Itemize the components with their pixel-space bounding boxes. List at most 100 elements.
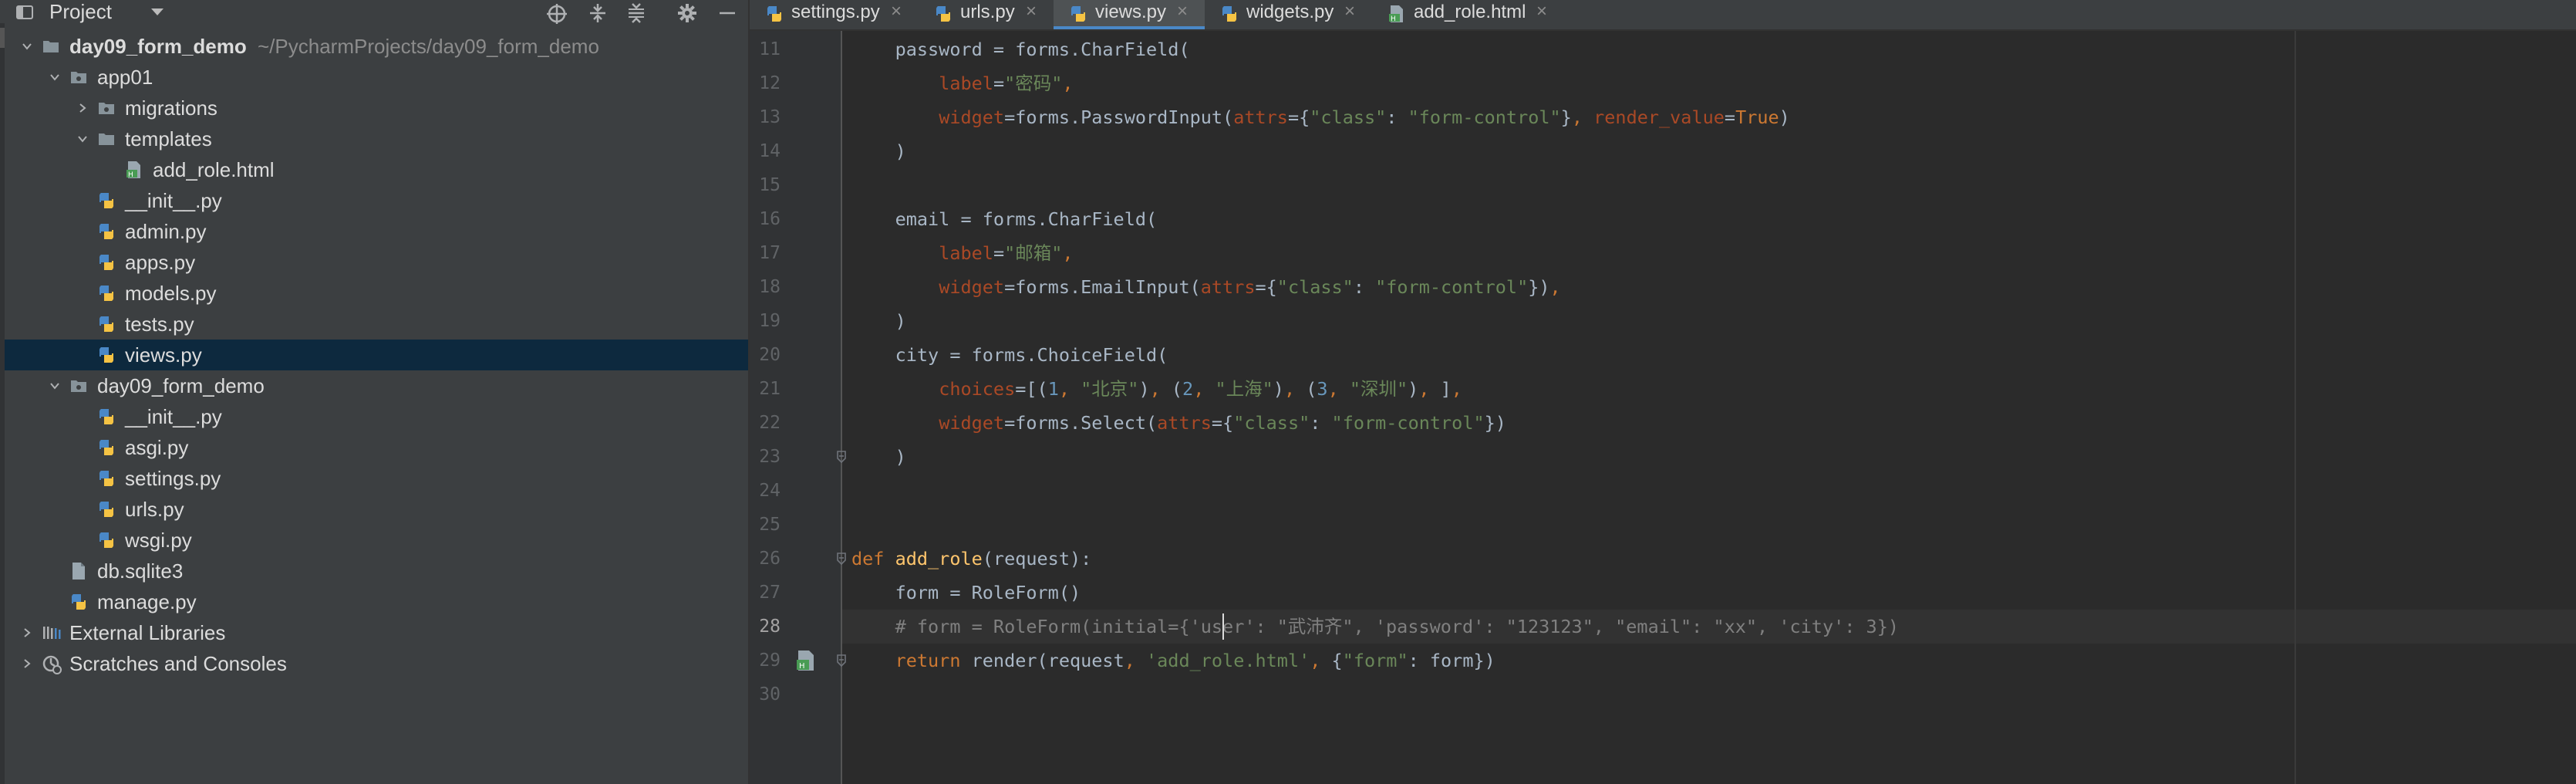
code-line[interactable]: ) — [851, 304, 906, 338]
tree-item[interactable]: tests.py — [5, 309, 748, 340]
tree-item[interactable]: models.py — [5, 278, 748, 309]
code-token: ( — [1171, 378, 1183, 400]
code-line[interactable]: email = forms.CharField( — [851, 202, 1158, 236]
code-line[interactable]: password = forms.CharField( — [851, 32, 1190, 66]
gear-icon[interactable] — [677, 3, 696, 22]
code-line[interactable]: city = forms.ChoiceField( — [851, 338, 1168, 372]
code-token: , — [1418, 378, 1441, 400]
line-number: 24 — [759, 481, 781, 501]
locate-icon[interactable] — [546, 3, 567, 24]
code-line[interactable]: label="邮箱", — [851, 236, 1073, 270]
code-line[interactable]: widget=forms.EmailInput(attrs={"class": … — [851, 270, 1560, 304]
tree-item[interactable]: apps.py — [5, 247, 748, 278]
close-icon[interactable]: × — [1026, 0, 1037, 23]
tree-item[interactable]: manage.py — [5, 586, 748, 617]
line-number: 22 — [759, 413, 781, 433]
tree-item[interactable]: migrations — [5, 93, 748, 123]
chevron-right-icon[interactable] — [77, 103, 88, 113]
chevron-right-icon[interactable] — [22, 627, 32, 638]
line-number: 25 — [759, 515, 781, 535]
tree-item-label: External Libraries — [69, 621, 226, 644]
line-number: 26 — [759, 549, 781, 569]
code-token: render_value — [1593, 106, 1725, 128]
code-line[interactable]: def add_role(request): — [851, 542, 1091, 576]
chevron-down-icon[interactable] — [22, 41, 32, 52]
code-token: = — [1724, 106, 1736, 128]
tree-item[interactable]: Scratches and Consoles — [5, 648, 748, 679]
chevron-down-icon[interactable] — [151, 8, 164, 15]
tree-item[interactable]: views.py — [5, 340, 748, 370]
project-view-selector[interactable]: Project — [49, 0, 112, 23]
tree-item[interactable]: Hadd_role.html — [5, 154, 748, 185]
code-token: ) — [895, 140, 906, 162]
collapse-all-icon[interactable] — [626, 3, 645, 23]
code-token: , — [1058, 378, 1081, 400]
code-line[interactable]: choices=[(1, "北京"), (2, "上海"), (3, "深圳")… — [851, 372, 1462, 406]
gutter-divider — [841, 31, 842, 784]
code-line[interactable]: label="密码", — [851, 66, 1073, 100]
expand-all-icon[interactable] — [588, 3, 606, 22]
chevron-right-icon[interactable] — [22, 658, 32, 669]
tree-item[interactable]: settings.py — [5, 463, 748, 494]
close-icon[interactable]: × — [1344, 0, 1355, 23]
chevron-down-icon[interactable] — [77, 133, 88, 144]
code-token: (request): — [982, 548, 1092, 569]
tree-item[interactable]: wsgi.py — [5, 525, 748, 556]
line-number: 20 — [759, 345, 781, 365]
fold-start-icon[interactable] — [836, 553, 847, 566]
code-line[interactable]: form = RoleForm() — [851, 576, 1081, 610]
code-token: 'add_role.html' — [1146, 650, 1310, 671]
code-line[interactable]: widget=forms.Select(attrs={"class": "for… — [851, 406, 1506, 440]
editor-tab[interactable]: urls.py × — [919, 0, 1054, 29]
line-number: 21 — [759, 379, 781, 399]
code-line[interactable]: widget=forms.PasswordInput(attrs={"class… — [851, 100, 1790, 134]
tree-item[interactable]: day09_form_demo — [5, 370, 748, 401]
code-line[interactable]: ) — [851, 440, 906, 474]
close-icon[interactable]: × — [1536, 0, 1547, 23]
close-icon[interactable]: × — [1177, 0, 1188, 23]
svg-text:H: H — [1391, 15, 1396, 23]
python-file-icon — [1220, 5, 1239, 23]
code-token: "密码" — [1004, 73, 1063, 94]
chevron-down-icon[interactable] — [49, 72, 60, 83]
code-token: , — [1571, 106, 1594, 128]
code-line[interactable]: # form = RoleForm(initial={'user': "武沛齐"… — [851, 610, 1899, 644]
tree-item-label: Scratches and Consoles — [69, 652, 287, 675]
tree-item[interactable]: urls.py — [5, 494, 748, 525]
python-file-icon — [97, 191, 116, 210]
code-token: attrs — [1200, 276, 1256, 298]
minimize-icon[interactable] — [717, 3, 736, 22]
close-icon[interactable]: × — [891, 0, 902, 23]
scratches-icon — [42, 654, 62, 674]
code-token: "form" — [1342, 650, 1408, 671]
tree-item[interactable]: admin.py — [5, 216, 748, 247]
editor-tab[interactable]: settings.py × — [750, 0, 919, 29]
chevron-down-icon[interactable] — [49, 380, 60, 391]
code-token: , — [1124, 650, 1147, 671]
line-number: 13 — [759, 107, 781, 127]
fold-end-icon[interactable] — [836, 654, 847, 667]
code-editor[interactable]: 11 12 13 14 15 16 17 18 19 20 21 22 23 24 25 26 27 28 29 30… — [750, 31, 2576, 784]
code-line[interactable]: return render(request, 'add_role.html', … — [851, 644, 1495, 678]
tree-item[interactable]: __init__.py — [5, 185, 748, 216]
tree-item[interactable]: db.sqlite3 — [5, 556, 748, 586]
editor-tab[interactable]: views.py × — [1054, 0, 1205, 29]
tree-item[interactable]: External Libraries — [5, 617, 748, 648]
html-template-gutter-icon[interactable]: H — [794, 649, 817, 672]
tree-item[interactable]: day09_form_demo ~/PycharmProjects/day09_f… — [5, 31, 748, 62]
tree-item[interactable]: asgi.py — [5, 432, 748, 463]
code-line[interactable]: ) — [851, 134, 906, 168]
package-icon — [69, 68, 88, 86]
tree-item[interactable]: app01 — [5, 62, 748, 93]
python-file-icon — [97, 438, 116, 457]
tree-item[interactable]: __init__.py — [5, 401, 748, 432]
project-panel-header: Project — [0, 0, 748, 24]
code-token: 3 — [1317, 378, 1328, 400]
editor-tab[interactable]: widgets.py × — [1205, 0, 1372, 29]
tree-item[interactable]: templates — [5, 123, 748, 154]
editor-tab[interactable]: Hadd_role.html × — [1372, 0, 1564, 29]
fold-end-icon[interactable] — [836, 451, 847, 464]
